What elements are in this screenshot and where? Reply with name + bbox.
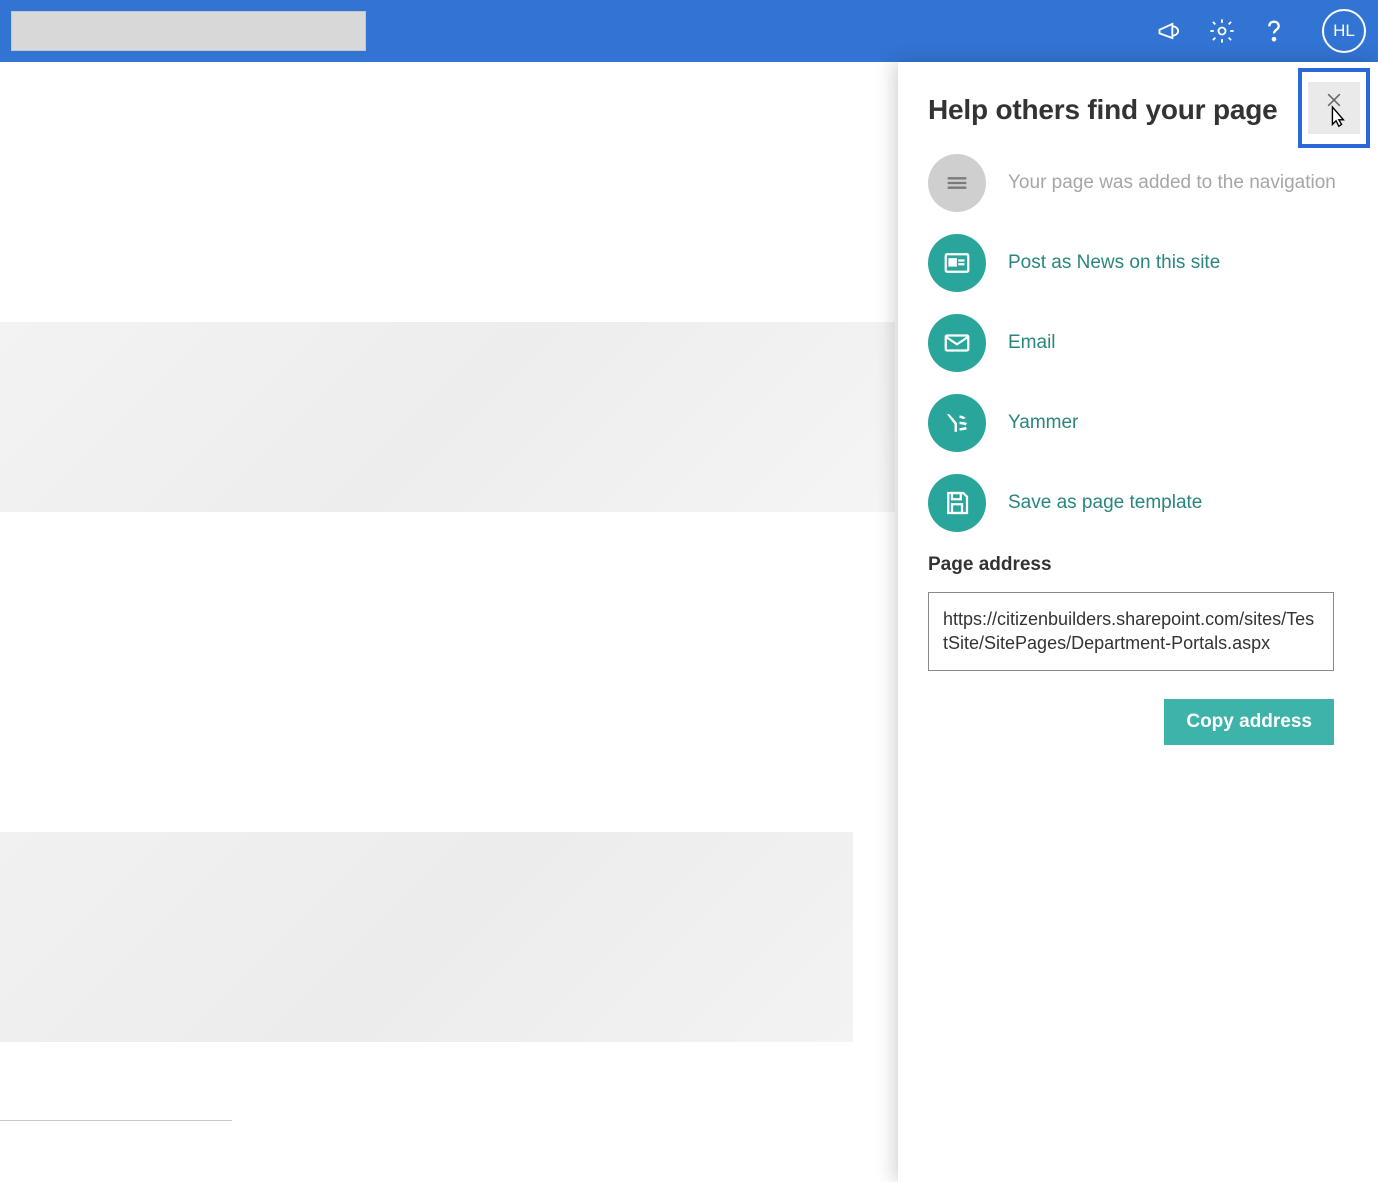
yammer-item[interactable]: Yammer <box>928 394 1348 452</box>
help-icon[interactable] <box>1260 17 1288 45</box>
email-item[interactable]: Email <box>928 314 1348 372</box>
header-actions: HL <box>1156 9 1366 53</box>
yammer-icon <box>928 394 986 452</box>
save-template-label[interactable]: Save as page template <box>1008 491 1202 516</box>
search-input[interactable] <box>11 11 366 51</box>
news-icon <box>928 234 986 292</box>
post-as-news-item[interactable]: Post as News on this site <box>928 234 1348 292</box>
gear-icon[interactable] <box>1208 17 1236 45</box>
background-image-2 <box>0 832 853 1042</box>
action-list: Your page was added to the navigation Po… <box>928 154 1348 532</box>
cursor-icon <box>1326 104 1348 132</box>
page-address-label: Page address <box>928 554 1348 576</box>
post-as-news-label[interactable]: Post as News on this site <box>1008 251 1220 276</box>
nav-added-item: Your page was added to the navigation <box>928 154 1348 212</box>
app-header: HL <box>0 0 1378 62</box>
email-icon <box>928 314 986 372</box>
close-button-inner[interactable] <box>1308 82 1360 134</box>
menu-icon <box>928 154 986 212</box>
email-label[interactable]: Email <box>1008 331 1056 356</box>
avatar[interactable]: HL <box>1322 9 1366 53</box>
megaphone-icon[interactable] <box>1156 17 1184 45</box>
nav-added-label: Your page was added to the navigation <box>1008 171 1336 196</box>
panel-header: Help others find your page <box>928 94 1348 126</box>
copy-address-button[interactable]: Copy address <box>1164 699 1334 745</box>
main-content: Help others find your page <box>0 62 1378 1182</box>
background-image-1 <box>0 322 895 512</box>
close-button[interactable] <box>1298 68 1370 148</box>
divider <box>0 1120 232 1121</box>
panel-title: Help others find your page <box>928 94 1278 126</box>
yammer-label[interactable]: Yammer <box>1008 411 1078 436</box>
save-icon <box>928 474 986 532</box>
save-template-item[interactable]: Save as page template <box>928 474 1348 532</box>
page-address-field[interactable]: https://citizenbuilders.sharepoint.com/s… <box>928 592 1334 671</box>
help-find-page-panel: Help others find your page <box>898 62 1378 1182</box>
